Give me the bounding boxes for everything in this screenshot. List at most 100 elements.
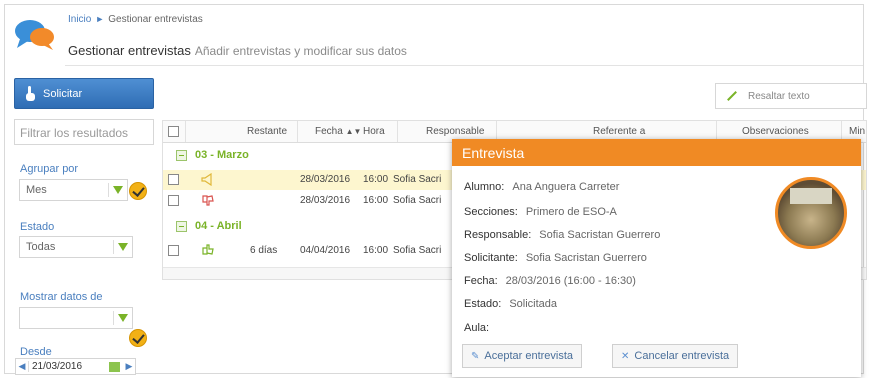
row-checkbox[interactable] bbox=[168, 245, 179, 256]
filter-results-input[interactable]: Filtrar los resultados bbox=[14, 119, 154, 145]
col-header-min[interactable]: Min bbox=[849, 126, 865, 137]
col-header-responsable[interactable]: Responsable bbox=[426, 126, 484, 137]
desde-date-picker[interactable]: ◀ 21/03/2016 ▶ bbox=[15, 358, 136, 375]
field-label: Responsable: bbox=[464, 229, 532, 241]
field-label: Fecha: bbox=[464, 275, 498, 287]
agrupar-value: Mes bbox=[26, 184, 47, 196]
group-label: 03 - Marzo bbox=[195, 149, 249, 161]
field-value: Sofia Sacristan Guerrero bbox=[525, 252, 647, 264]
pencil-icon bbox=[727, 91, 737, 101]
col-divider bbox=[185, 121, 186, 142]
col-header-fecha[interactable]: Fecha ▲▼ bbox=[315, 126, 361, 137]
popup-field-alumno: Alumno: Ana Anguera Carreter bbox=[464, 181, 619, 193]
select-all-checkbox[interactable] bbox=[168, 126, 179, 137]
row-responsable: Sofia Sacri bbox=[393, 195, 442, 206]
field-value: Primero de ESO-A bbox=[525, 206, 617, 218]
close-icon: ✕ bbox=[621, 350, 630, 362]
popup-field-solicitante: Solicitante: Sofia Sacristan Guerrero bbox=[464, 252, 647, 264]
cancel-interview-label: Cancelar entrevista bbox=[634, 350, 730, 362]
field-value: Ana Anguera Carreter bbox=[512, 181, 620, 193]
col-divider bbox=[397, 121, 398, 142]
col-divider bbox=[297, 121, 298, 142]
select-divider bbox=[113, 240, 114, 254]
dropdown-arrow-icon bbox=[118, 314, 128, 322]
sort-icon: ▲▼ bbox=[345, 127, 362, 136]
solicitar-label: Solicitar bbox=[43, 87, 83, 100]
row-fecha: 04/04/2016 bbox=[300, 245, 351, 256]
select-divider bbox=[108, 183, 109, 197]
row-fecha: 28/03/2016 bbox=[300, 174, 351, 185]
col-header-restante[interactable]: Restante bbox=[247, 126, 287, 137]
popup-field-responsable: Responsable: Sofia Sacristan Guerrero bbox=[464, 229, 660, 241]
cancel-interview-button[interactable]: ✕ Cancelar entrevista bbox=[612, 344, 739, 368]
accept-interview-label: Aceptar entrevista bbox=[484, 350, 574, 362]
dropdown-arrow-icon bbox=[118, 243, 128, 251]
col-header-observaciones[interactable]: Observaciones bbox=[742, 126, 809, 137]
agrupar-select[interactable]: Mes bbox=[19, 179, 128, 201]
field-label: Alumno: bbox=[464, 181, 505, 193]
field-label: Estado: bbox=[464, 298, 502, 310]
mostrar-datos-select[interactable] bbox=[19, 307, 133, 329]
popup-title: Entrevista bbox=[452, 139, 861, 166]
calendar-icon[interactable] bbox=[109, 361, 120, 372]
highlight-text-input[interactable]: Resaltar texto bbox=[715, 83, 867, 109]
row-restante: 6 días bbox=[250, 245, 278, 256]
edit-icon: ✎ bbox=[471, 350, 480, 362]
hand-pointer-icon bbox=[26, 85, 35, 101]
filter-placeholder: Filtrar los resultados bbox=[20, 126, 129, 140]
apply-grouping-check-icon[interactable] bbox=[129, 182, 147, 200]
megaphone-icon bbox=[201, 173, 212, 186]
page-title: Gestionar entrevistas Añadir entrevistas … bbox=[68, 43, 407, 58]
group-label: 04 - Abril bbox=[195, 220, 242, 232]
dropdown-arrow-icon bbox=[113, 186, 123, 194]
row-hora: 16:00 bbox=[363, 195, 389, 206]
row-hora: 16:00 bbox=[363, 174, 389, 185]
col-header-fecha-label: Fecha bbox=[315, 126, 343, 137]
collapse-icon[interactable] bbox=[176, 150, 187, 161]
apply-date-check-icon[interactable] bbox=[129, 329, 147, 347]
col-header-hora[interactable]: Hora bbox=[363, 126, 385, 137]
header-divider bbox=[65, 65, 863, 66]
breadcrumb-home-link[interactable]: Inicio bbox=[68, 14, 91, 25]
field-label: Solicitante: bbox=[464, 252, 518, 264]
desde-label: Desde bbox=[20, 346, 52, 358]
chat-bubbles-logo-icon bbox=[15, 20, 54, 50]
solicitar-button[interactable]: Solicitar bbox=[14, 78, 154, 109]
col-header-referente[interactable]: Referente a bbox=[593, 126, 645, 137]
field-value: 28/03/2016 (16:00 - 16:30) bbox=[505, 275, 636, 287]
photo-window-detail bbox=[790, 188, 832, 204]
highlight-text-label: Resaltar texto bbox=[748, 90, 810, 102]
row-checkbox[interactable] bbox=[168, 174, 179, 185]
breadcrumb-current: Gestionar entrevistas bbox=[108, 14, 203, 25]
field-value: Solicitada bbox=[509, 298, 558, 310]
desde-date-value[interactable]: 21/03/2016 bbox=[28, 361, 106, 372]
student-photo bbox=[775, 177, 847, 249]
page-title-text: Gestionar entrevistas bbox=[68, 43, 191, 58]
chevron-left-icon[interactable]: ◀ bbox=[16, 361, 28, 372]
thumbs-up-icon bbox=[202, 244, 214, 255]
chevron-right-icon: ► bbox=[95, 14, 105, 24]
row-responsable: Sofia Sacri bbox=[393, 245, 442, 256]
breadcrumb: Inicio ► Gestionar entrevistas bbox=[68, 14, 203, 25]
row-hora: 16:00 bbox=[363, 245, 389, 256]
popup-field-secciones: Secciones: Primero de ESO-A bbox=[464, 206, 617, 218]
chevron-right-icon[interactable]: ▶ bbox=[123, 361, 135, 372]
page-subtitle: Añadir entrevistas y modificar sus datos bbox=[194, 44, 407, 58]
field-label: Secciones: bbox=[464, 206, 518, 218]
estado-select[interactable]: Todas bbox=[19, 236, 133, 258]
app-window: Inicio ► Gestionar entrevistas Gestionar e… bbox=[4, 4, 867, 377]
popup-field-fecha: Fecha: 28/03/2016 (16:00 - 16:30) bbox=[464, 275, 636, 287]
popup-field-estado: Estado: Solicitada bbox=[464, 298, 557, 310]
field-label: Aula: bbox=[464, 322, 490, 334]
collapse-icon[interactable] bbox=[176, 221, 187, 232]
select-divider bbox=[113, 311, 114, 325]
row-checkbox[interactable] bbox=[168, 195, 179, 206]
mostrar-datos-label: Mostrar datos de bbox=[20, 291, 103, 303]
row-fecha: 28/03/2016 bbox=[300, 195, 351, 206]
field-value: Sofia Sacristan Guerrero bbox=[539, 229, 661, 241]
accept-interview-button[interactable]: ✎ Aceptar entrevista bbox=[462, 344, 583, 368]
estado-value: Todas bbox=[26, 241, 56, 253]
row-responsable: Sofia Sacri bbox=[393, 174, 442, 185]
thumbs-down-icon bbox=[202, 195, 214, 206]
agrupar-label: Agrupar por bbox=[20, 163, 79, 175]
